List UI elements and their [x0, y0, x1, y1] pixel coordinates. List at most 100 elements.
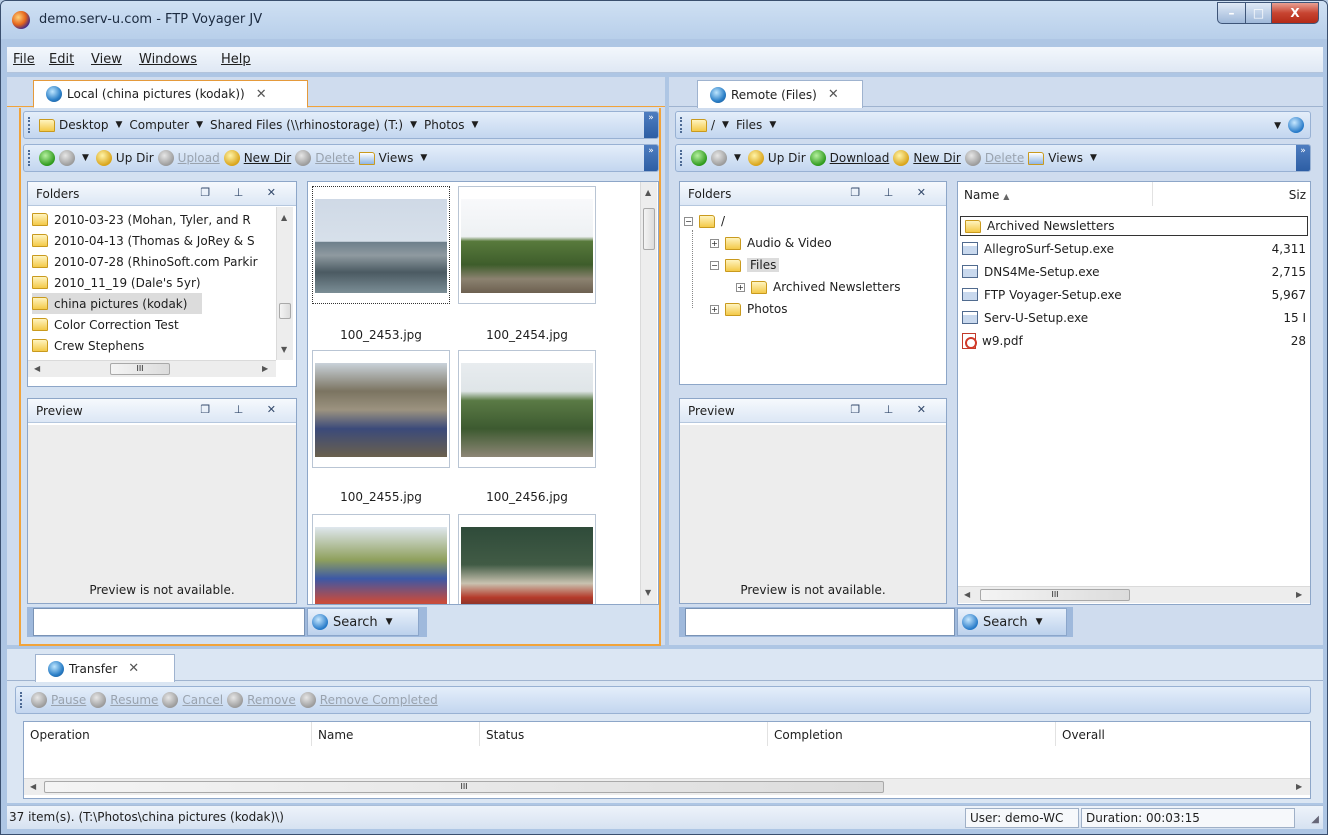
thumbnail-frame[interactable] — [312, 514, 450, 604]
pause-button[interactable]: Pause — [51, 693, 86, 707]
chevron-down-icon[interactable]: ▼ — [116, 120, 123, 130]
scroll-down-icon[interactable]: ▼ — [281, 345, 287, 354]
new-dir-button[interactable]: New Dir — [244, 151, 292, 165]
file-list-horizontal-scrollbar[interactable]: ◀ III ▶ — [958, 586, 1310, 603]
scroll-right-icon[interactable]: ▶ — [1296, 590, 1302, 599]
chevron-down-icon[interactable]: ▼ — [1274, 121, 1281, 131]
tab-transfer[interactable]: Transfer ✕ — [35, 654, 175, 682]
scroll-right-icon[interactable]: ▶ — [1296, 782, 1302, 791]
folder-item[interactable]: 2010-07-28 (RhinoSoft.com Parkir — [32, 251, 258, 272]
column-header-size[interactable]: Siz — [1153, 182, 1310, 206]
tab-local[interactable]: Local (china pictures (kodak)) ✕ — [33, 80, 308, 108]
toolbar-grip[interactable] — [680, 117, 683, 133]
column-header-completion[interactable]: Completion — [768, 722, 1056, 746]
folders-vertical-scrollbar[interactable]: ▲ ▼ — [276, 207, 293, 360]
toolbar-grip[interactable] — [20, 692, 23, 708]
pane-buttons[interactable]: ❐ ⊥ ✕ — [200, 403, 286, 416]
scroll-thumb[interactable] — [643, 208, 655, 250]
remote-search-input[interactable] — [685, 608, 955, 636]
file-row[interactable]: w9.pdf 28 — [962, 330, 1306, 351]
file-row-selected[interactable]: Archived Newsletters — [960, 216, 1308, 236]
folder-item-selected[interactable]: china pictures (kodak) — [32, 293, 202, 314]
menu-edit[interactable]: Edit — [49, 52, 74, 67]
folder-item[interactable]: 2010_11_19 (Dale's 5yr) — [32, 272, 201, 293]
menu-file[interactable]: File — [13, 52, 35, 67]
forward-icon[interactable] — [59, 150, 75, 166]
scroll-thumb[interactable]: III — [980, 589, 1130, 601]
up-dir-button[interactable]: Up Dir — [116, 151, 154, 165]
views-button[interactable]: Views — [1048, 151, 1083, 165]
pane-buttons[interactable]: ❐ ⊥ ✕ — [850, 186, 936, 199]
pane-buttons[interactable]: ❐ ⊥ ✕ — [850, 403, 936, 416]
transfer-horizontal-scrollbar[interactable]: ◀ III ▶ — [24, 778, 1310, 795]
chevron-down-icon[interactable]: ▼ — [196, 120, 203, 130]
chevron-down-icon[interactable]: ▼ — [734, 153, 741, 163]
breadcrumb-photos[interactable]: Photos — [424, 118, 464, 132]
folder-item[interactable]: Crew Stephens — [32, 335, 144, 356]
collapse-icon[interactable]: − — [684, 216, 693, 226]
cancel-button[interactable]: Cancel — [182, 693, 223, 707]
up-dir-button[interactable]: Up Dir — [768, 151, 806, 165]
expand-icon[interactable]: + — [736, 282, 745, 292]
expand-icon[interactable]: + — [710, 304, 719, 314]
collapse-icon[interactable]: − — [710, 260, 719, 270]
tree-item-archived-newsletters[interactable]: + Archived Newsletters — [736, 278, 900, 296]
expand-icon[interactable]: + — [710, 238, 719, 248]
chevron-down-icon[interactable]: ▼ — [82, 153, 89, 163]
breadcrumb-root[interactable]: / — [711, 118, 715, 132]
local-search-button[interactable]: Search ▼ — [307, 608, 419, 636]
menu-view[interactable]: View — [91, 52, 122, 67]
scroll-thumb[interactable]: III — [44, 781, 884, 793]
folder-item[interactable]: Color Correction Test — [32, 314, 179, 335]
folder-item[interactable]: 2010-04-13 (Thomas & JoRey & S — [32, 230, 255, 251]
upload-button[interactable]: Upload — [178, 151, 220, 165]
local-search-input[interactable] — [33, 608, 305, 636]
breadcrumb-desktop[interactable]: Desktop — [59, 118, 109, 132]
scroll-right-icon[interactable]: ▶ — [262, 364, 268, 373]
column-header-overall[interactable]: Overall — [1056, 722, 1310, 746]
file-row[interactable]: DNS4Me-Setup.exe 2,715 — [962, 261, 1306, 282]
resume-button[interactable]: Resume — [110, 693, 158, 707]
delete-button[interactable]: Delete — [315, 151, 354, 165]
scroll-down-icon[interactable]: ▼ — [645, 588, 651, 597]
chevron-down-icon[interactable]: ▼ — [722, 120, 729, 130]
pane-buttons[interactable]: ❐ ⊥ ✕ — [200, 186, 286, 199]
column-header-status[interactable]: Status — [480, 722, 768, 746]
file-row[interactable]: Serv-U-Setup.exe 15 I — [962, 307, 1306, 328]
chevron-down-icon[interactable]: ▼ — [472, 120, 479, 130]
breadcrumb-shared-files[interactable]: Shared Files (\\rhinostorage) (T:) — [210, 118, 403, 132]
thumbnail-frame[interactable] — [312, 350, 450, 468]
back-icon[interactable] — [691, 150, 707, 166]
file-row[interactable]: AllegroSurf-Setup.exe 4,311 — [962, 238, 1306, 259]
remote-search-button[interactable]: Search ▼ — [957, 608, 1067, 636]
breadcrumb-computer[interactable]: Computer — [129, 118, 189, 132]
tree-item-photos[interactable]: + Photos — [710, 300, 787, 318]
refresh-icon[interactable] — [1288, 117, 1304, 133]
thumbnail-frame[interactable] — [458, 514, 596, 604]
forward-icon[interactable] — [711, 150, 727, 166]
thumbnail-frame[interactable] — [312, 186, 450, 304]
minimize-button[interactable]: – — [1217, 2, 1245, 24]
close-tab-icon[interactable]: ✕ — [256, 87, 267, 102]
chevron-down-icon[interactable]: ▼ — [769, 120, 776, 130]
chevron-down-icon[interactable]: ▼ — [410, 120, 417, 130]
breadcrumb-files[interactable]: Files — [736, 118, 762, 132]
file-row[interactable]: FTP Voyager-Setup.exe 5,967 — [962, 284, 1306, 305]
menu-windows[interactable]: Windows — [139, 52, 197, 67]
scroll-up-icon[interactable]: ▲ — [281, 213, 287, 222]
remove-completed-button[interactable]: Remove Completed — [320, 693, 438, 707]
toolbar-grip[interactable] — [28, 150, 31, 166]
thumbnails-vertical-scrollbar[interactable]: ▲ ▼ — [640, 182, 657, 604]
resize-grip-icon[interactable]: ◢ — [1311, 814, 1319, 825]
close-tab-icon[interactable]: ✕ — [128, 661, 139, 676]
folders-horizontal-scrollbar[interactable]: ◀ III ▶ — [28, 360, 276, 377]
chevron-down-icon[interactable]: ▼ — [420, 153, 427, 163]
scroll-left-icon[interactable]: ◀ — [34, 364, 40, 373]
views-button[interactable]: Views — [379, 151, 414, 165]
scroll-left-icon[interactable]: ◀ — [964, 590, 970, 599]
tree-root[interactable]: − / — [684, 212, 725, 230]
remove-button[interactable]: Remove — [247, 693, 296, 707]
toolbar-grip[interactable] — [28, 117, 31, 133]
maximize-button[interactable]: □ — [1245, 2, 1271, 24]
title-bar[interactable]: demo.serv-u.com - FTP Voyager JV – □ X — [1, 1, 1327, 39]
